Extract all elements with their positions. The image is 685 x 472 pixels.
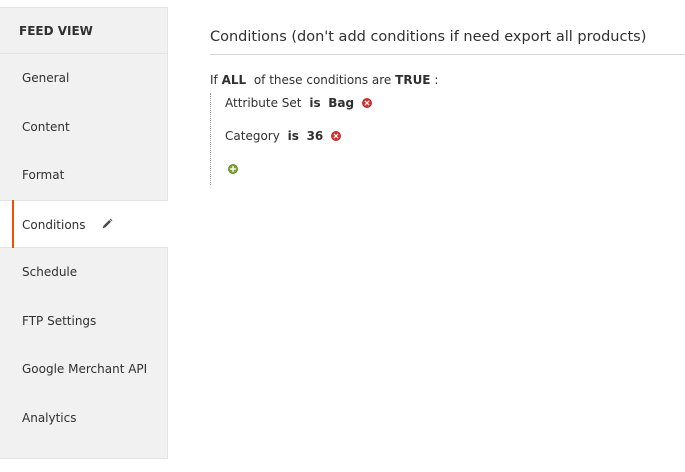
rule-intro: If ALL of these conditions are TRUE : (210, 73, 685, 87)
sidebar-item-analytics[interactable]: Analytics (0, 394, 167, 443)
aggregator-select[interactable]: ALL (222, 73, 247, 87)
aggregator-value-select[interactable]: TRUE (395, 73, 430, 87)
add-condition-row (225, 159, 685, 179)
remove-icon[interactable] (331, 131, 341, 141)
rule-suffix: : (434, 73, 439, 87)
sidebar: FEED VIEW General Content Format Conditi… (0, 7, 168, 459)
sidebar-item-label: Format (22, 168, 65, 182)
sidebar-item-label: Conditions (22, 217, 86, 232)
sidebar-item-google-merchant-api[interactable]: Google Merchant API (0, 345, 167, 394)
sidebar-item-format[interactable]: Format (0, 151, 167, 200)
sidebar-item-label: Analytics (22, 410, 77, 425)
condition-operator[interactable]: is (309, 96, 320, 110)
sidebar-item-label: General (22, 71, 70, 85)
sidebar-header: FEED VIEW (0, 8, 167, 54)
condition-operator[interactable]: is (288, 129, 299, 143)
sidebar-item-ftp-settings[interactable]: FTP Settings (0, 297, 167, 346)
sidebar-item-label: Google Merchant API (22, 362, 148, 376)
main-content: Conditions (don't add conditions if need… (210, 0, 685, 185)
sidebar-item-content[interactable]: Content (0, 103, 167, 152)
sidebar-item-conditions[interactable]: Conditions (0, 199, 168, 248)
sidebar-item-label: Schedule (22, 265, 78, 279)
sidebar-item-general[interactable]: General (0, 54, 167, 103)
remove-icon[interactable] (362, 98, 372, 108)
condition-row: Category is 36 (225, 126, 685, 159)
conditions-list: Attribute Set is Bag Category is 36 (210, 93, 685, 185)
section-title: Conditions (don't add conditions if need… (210, 29, 685, 55)
condition-attribute: Category (225, 129, 280, 143)
add-icon[interactable] (228, 164, 238, 174)
rule-middle: of these conditions are (253, 73, 392, 87)
rule-prefix: If (210, 73, 218, 87)
condition-row: Attribute Set is Bag (225, 93, 685, 126)
sidebar-item-schedule[interactable]: Schedule (0, 248, 167, 297)
condition-value[interactable]: 36 (307, 129, 324, 143)
pencil-icon (102, 218, 113, 228)
condition-attribute: Attribute Set (225, 96, 302, 110)
sidebar-item-label: Content (22, 119, 70, 134)
page: FEED VIEW General Content Format Conditi… (0, 0, 685, 472)
sidebar-item-label: FTP Settings (22, 313, 97, 328)
condition-value[interactable]: Bag (328, 96, 354, 110)
sidebar-list: General Content Format Conditions Schedu… (0, 54, 168, 443)
